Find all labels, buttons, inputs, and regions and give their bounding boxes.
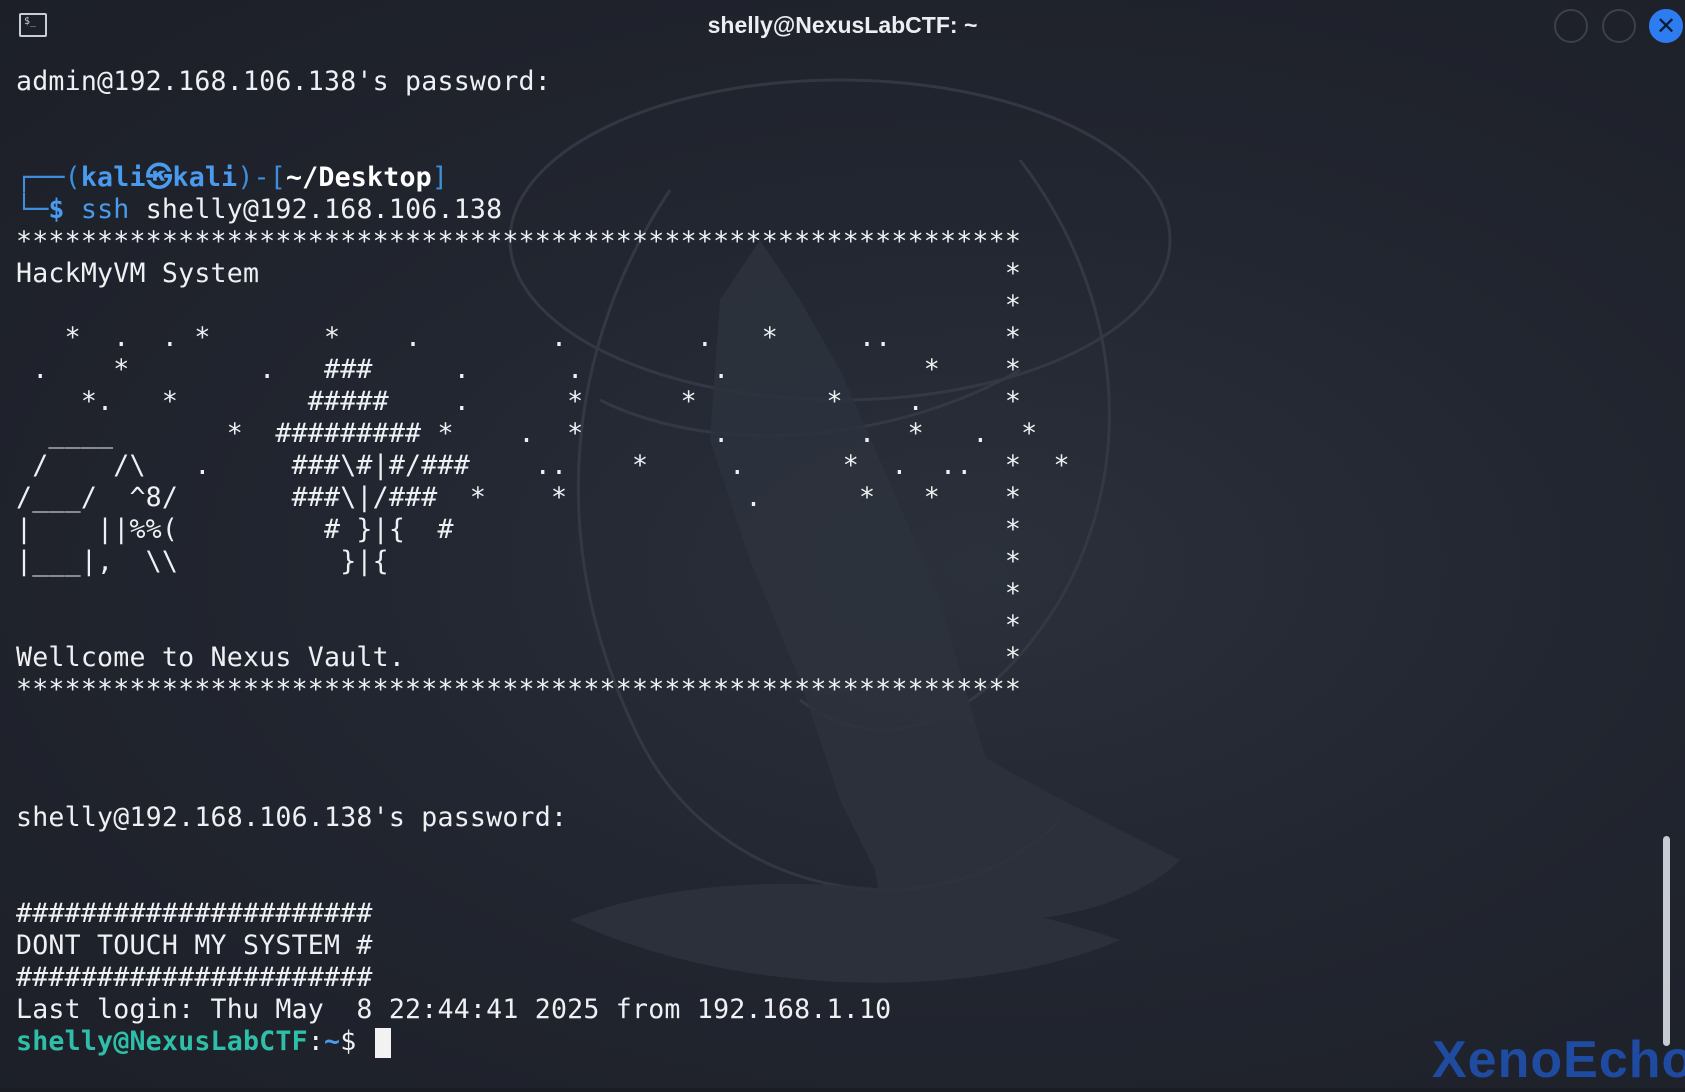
text-cursor bbox=[374, 1027, 391, 1058]
motd-line: ###################### bbox=[16, 898, 373, 929]
admin-password-prompt: admin@192.168.106.138's password: bbox=[16, 66, 551, 97]
motd-line: DONT TOUCH MY SYSTEM # bbox=[16, 930, 373, 961]
shell-prompt-colon: : bbox=[307, 1026, 325, 1057]
prompt-path: ~/Desktop bbox=[285, 162, 432, 193]
prompt-mid: )-[ bbox=[237, 162, 286, 193]
banner-line: | ||%%( # }|{ # * bbox=[16, 514, 1022, 545]
watermark: XenoEcho bbox=[1432, 1031, 1685, 1089]
banner-line: /___/ ^8/ ###\|/### * * . * * * bbox=[16, 482, 1022, 513]
shell-prompt-path: ~ bbox=[324, 1026, 341, 1057]
banner-line: . * . ### . . . * * bbox=[16, 354, 1022, 385]
banner-line: ____ * ######### * . * . . * . * bbox=[16, 418, 1038, 449]
shelly-password-prompt: shelly@192.168.106.138's password: bbox=[16, 802, 568, 833]
prompt-open: ┌──( bbox=[16, 162, 81, 193]
motd-line: ###################### bbox=[16, 962, 373, 993]
prompt-dollar: $ bbox=[48, 194, 65, 225]
banner-line: * . . * * . . . * .. * bbox=[16, 322, 1022, 353]
command-name: ssh bbox=[80, 194, 130, 225]
shell-prompt-dollar: $ bbox=[340, 1026, 373, 1057]
kali-prompt-line-2: └─$ ssh shelly@192.168.106.138 bbox=[16, 194, 502, 226]
terminal-output[interactable]: admin@192.168.106.138's password: ┌──(ka… bbox=[0, 0, 1685, 1092]
terminal-window: $_ shelly@NexusLabCTF: ~ ✕ admin@192.168… bbox=[0, 0, 1685, 1092]
banner-line: |___|, \\ }|{ * bbox=[16, 546, 1022, 577]
prompt-close: ] bbox=[431, 162, 449, 193]
prompt-separator: ㉿ bbox=[145, 162, 173, 193]
banner-line: HackMyVM System * bbox=[16, 258, 1022, 289]
banner-line: * bbox=[16, 578, 1022, 609]
shell-prompt-line[interactable]: shelly@NexusLabCTF:~$ bbox=[16, 1026, 391, 1058]
banner-line: * bbox=[16, 610, 1022, 641]
prompt-user: kali bbox=[80, 162, 146, 193]
shell-prompt-userhost: shelly@NexusLabCTF bbox=[16, 1026, 308, 1057]
prompt-host: kali bbox=[172, 162, 238, 193]
banner-welcome-line: Wellcome to Nexus Vault. * bbox=[16, 642, 1022, 673]
banner-line: / /\ . ###\#|#/### .. * . * . .. * * bbox=[16, 450, 1070, 481]
last-login-line: Last login: Thu May 8 22:44:41 2025 from… bbox=[16, 994, 892, 1025]
banner-line: ****************************************… bbox=[16, 674, 1022, 705]
command-args: shelly@192.168.106.138 bbox=[129, 194, 503, 225]
scrollbar[interactable] bbox=[1663, 836, 1670, 1046]
banner-line: *. * ##### . * * * . * bbox=[16, 386, 1022, 417]
prompt-corner: └─ bbox=[16, 194, 49, 225]
banner-line: ****************************************… bbox=[16, 226, 1022, 257]
kali-prompt-line-1: ┌──(kali㉿kali)-[~/Desktop] bbox=[16, 162, 448, 194]
banner-line: * bbox=[16, 290, 1022, 321]
window-bottom-edge bbox=[0, 1088, 1685, 1092]
